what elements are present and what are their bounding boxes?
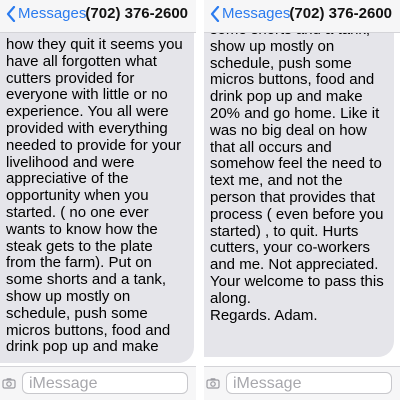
camera-icon[interactable]	[2, 376, 16, 390]
back-label: Messages	[222, 5, 291, 22]
back-button[interactable]: Messages	[6, 5, 86, 22]
screenshot-pair: Messages (702) 376-2600 how they quit it…	[0, 0, 400, 400]
message-bubble[interactable]: some shorts and a tank, show up mostly o…	[204, 22, 394, 357]
imessage-input[interactable]: iMessage	[226, 372, 392, 394]
message-text: some shorts and a tank, show up mostly o…	[210, 22, 384, 324]
back-label: Messages	[18, 5, 87, 22]
contact-title: (702) 376-2600	[85, 5, 188, 22]
divider	[196, 0, 204, 400]
back-button[interactable]: Messages	[210, 5, 290, 22]
chevron-left-icon	[210, 5, 220, 22]
input-bar: iMessage	[204, 366, 400, 400]
right-screen: Messages (702) 376-2600 some shorts and …	[204, 0, 400, 400]
bubble-fade	[0, 353, 194, 363]
left-screen: Messages (702) 376-2600 how they quit it…	[0, 0, 196, 400]
imessage-input[interactable]: iMessage	[22, 372, 188, 394]
message-text: how they quit it seems you have all forg…	[6, 36, 183, 356]
contact-title: (702) 376-2600	[289, 5, 392, 22]
nav-bar: Messages (702) 376-2600	[204, 0, 400, 33]
input-bar: iMessage	[0, 366, 196, 400]
chevron-left-icon	[6, 5, 16, 22]
nav-bar: Messages (702) 376-2600	[0, 0, 196, 33]
camera-icon[interactable]	[206, 376, 220, 390]
message-bubble[interactable]: how they quit it seems you have all forg…	[0, 33, 194, 363]
